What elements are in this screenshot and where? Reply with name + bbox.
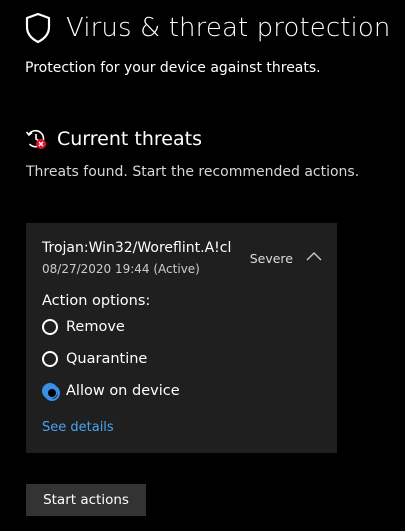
page-subtitle: Protection for your device against threa… <box>25 60 321 76</box>
remove-option[interactable]: Remove <box>42 319 125 335</box>
page-title: Virus & threat protection <box>66 13 391 43</box>
quarantine-option[interactable]: Quarantine <box>42 351 147 367</box>
start-actions-button[interactable]: Start actions <box>26 484 146 516</box>
virus-threat-protection-page: Virus & threat protection Protection for… <box>0 0 405 531</box>
action-options-label: Action options: <box>42 293 151 309</box>
chevron-up-icon[interactable] <box>305 250 323 262</box>
severity-label: Severe <box>249 251 293 266</box>
threat-card: Trojan:Win32/Woreflint.A!cl 08/27/2020 1… <box>26 223 337 453</box>
threat-history-icon <box>25 129 46 149</box>
threat-name: Trojan:Win32/Woreflint.A!cl <box>42 240 232 256</box>
radio-button-selected[interactable] <box>42 383 60 401</box>
radio-label: Quarantine <box>66 351 148 367</box>
radio-label: Allow on device <box>66 383 180 399</box>
current-threats-header: Current threats <box>25 128 202 150</box>
section-description: Threats found. Start the recommended act… <box>26 164 360 180</box>
shield-icon <box>25 12 51 44</box>
page-header: Virus & threat protection <box>24 12 390 44</box>
radio-button[interactable] <box>42 319 58 335</box>
radio-label: Remove <box>66 319 125 335</box>
see-details-link[interactable]: See details <box>42 420 114 435</box>
section-title: Current threats <box>57 128 202 150</box>
threat-timestamp: 08/27/2020 19:44 (Active) <box>42 262 200 276</box>
allow-on-device-option[interactable]: Allow on device <box>42 383 180 401</box>
radio-button[interactable] <box>42 351 58 367</box>
